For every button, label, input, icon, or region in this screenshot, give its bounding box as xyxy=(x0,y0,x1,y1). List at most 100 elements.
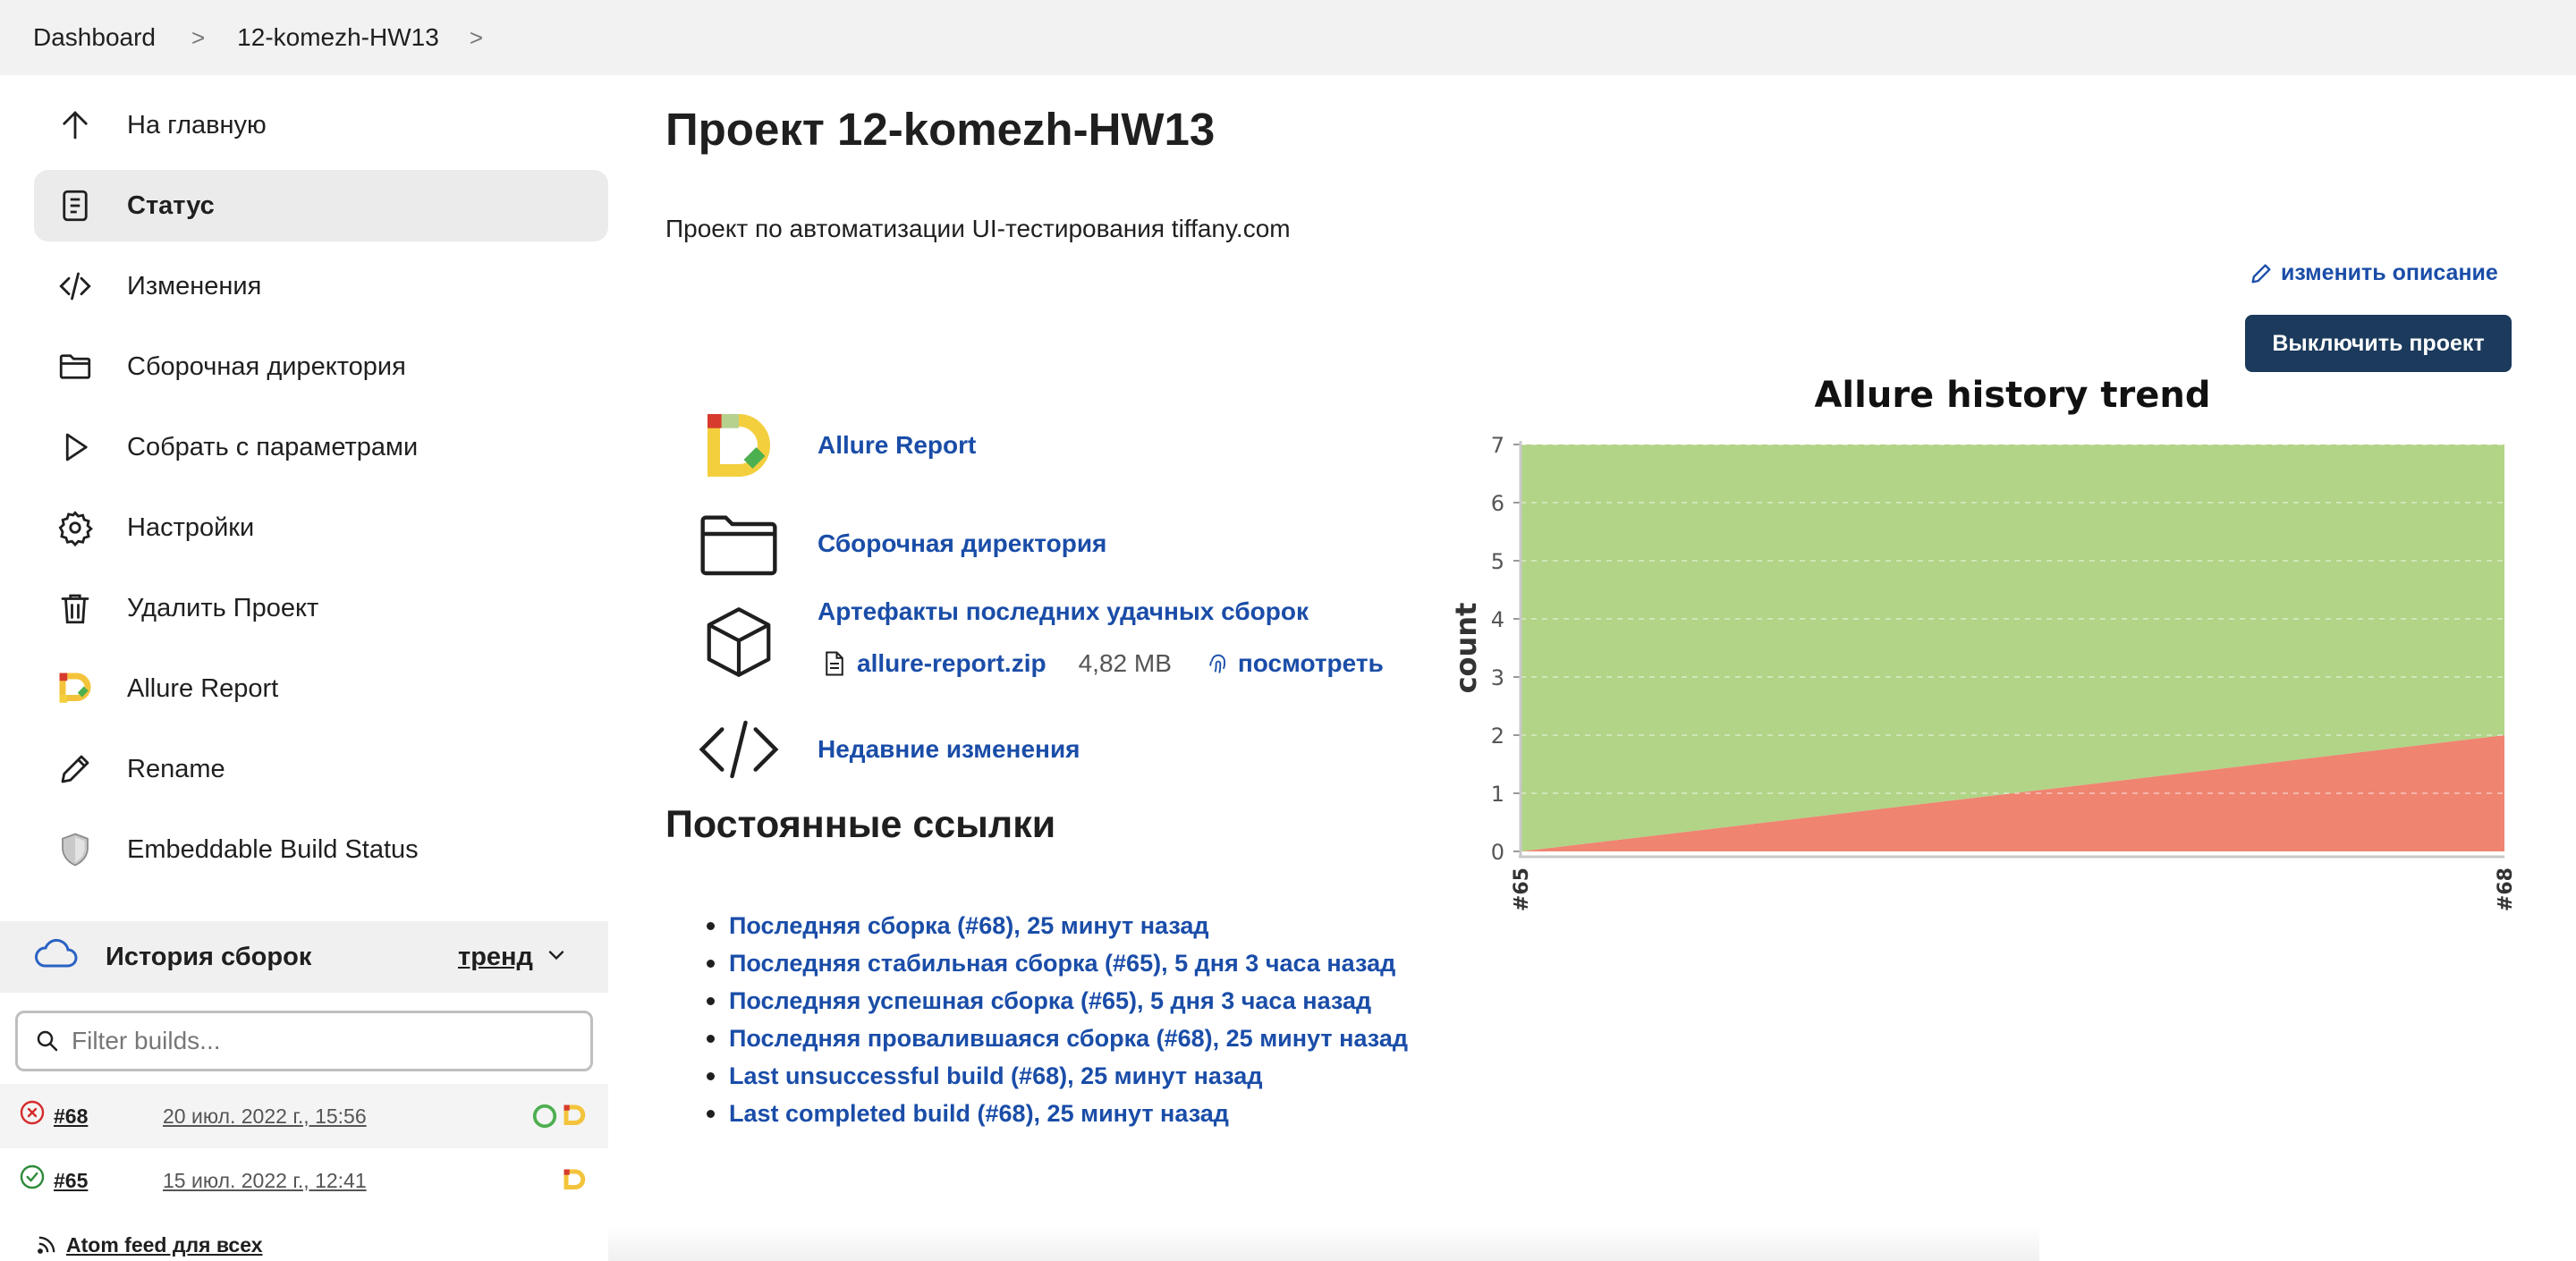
chart-ytick-label: 2 xyxy=(1491,724,1504,749)
allure-icon xyxy=(698,404,780,487)
permalink-item[interactable]: Last unsuccessful build (#68), 25 минут … xyxy=(707,1057,1408,1095)
play-icon xyxy=(54,426,97,469)
permalinks-list: Последняя сборка (#68), 25 минут назад П… xyxy=(707,907,1408,1132)
breadcrumb: Dashboard > 12-komezh-HW13 > xyxy=(0,0,2576,75)
build-history-header: История сборок тренд xyxy=(0,921,608,993)
breadcrumb-project[interactable]: 12-komezh-HW13 xyxy=(237,23,439,52)
bottom-shadow xyxy=(608,1225,2039,1261)
sidebar-item-settings[interactable]: Настройки xyxy=(34,492,608,563)
sidebar-item-label: Allure Report xyxy=(127,673,279,703)
sidebar-item-label: На главную xyxy=(127,110,267,140)
sidebar-item-status[interactable]: Статус xyxy=(34,170,608,241)
sidebar-item-workspace[interactable]: Сборочная директория xyxy=(34,331,608,402)
sidebar-item-label: Удалить Проект xyxy=(127,593,319,622)
build-row: #65 15 июл. 2022 г., 12:41 xyxy=(0,1148,608,1213)
search-icon xyxy=(34,1028,61,1054)
arrow-up-icon xyxy=(54,104,97,147)
chart-ytick-label: 6 xyxy=(1491,491,1504,516)
shield-icon xyxy=(54,828,97,871)
sidebar-item-label: Rename xyxy=(127,754,225,783)
breadcrumb-dashboard[interactable]: Dashboard xyxy=(33,23,156,52)
sidebar-item-build-with-params[interactable]: Собрать с параметрами xyxy=(34,411,608,483)
build-number-link[interactable]: #65 xyxy=(54,1169,88,1193)
artifact-size: 4,82 MB xyxy=(1078,649,1172,677)
trend-link[interactable]: тренд xyxy=(458,943,533,972)
in-progress-ring-icon xyxy=(532,1104,557,1129)
permalink-item[interactable]: Последняя стабильная сборка (#65), 5 дня… xyxy=(707,944,1408,982)
filter-builds-input[interactable] xyxy=(72,1027,572,1055)
breadcrumb-separator: > xyxy=(191,23,206,51)
allure-icon xyxy=(54,667,97,710)
recent-changes-link-row: Недавние изменения xyxy=(698,708,1080,791)
filter-builds-field[interactable] xyxy=(15,1011,593,1071)
chart-ytick-label: 1 xyxy=(1491,782,1504,807)
sidebar-item-label: Настройки xyxy=(127,512,255,542)
chart-title: Allure history trend xyxy=(1814,375,2210,416)
permalink-item[interactable]: Последняя успешная сборка (#65), 5 дня 3… xyxy=(707,982,1408,1020)
sidebar-item-label: Собрать с параметрами xyxy=(127,432,419,461)
artifact-entry: allure-report.zip 4,82 MB посмотреть xyxy=(823,649,1384,678)
chart-xtick-label: #68 xyxy=(2495,867,2517,911)
artifact-file-link[interactable]: allure-report.zip xyxy=(857,649,1046,678)
sidebar-item-label: Изменения xyxy=(127,271,262,300)
sidebar-item-delete-project[interactable]: Удалить Проект xyxy=(34,572,608,644)
chart-ytick-label: 3 xyxy=(1491,665,1504,690)
workspace-link-row: Сборочная директория xyxy=(698,503,1106,585)
permalink-item[interactable]: Last completed build (#68), 25 минут наз… xyxy=(707,1095,1408,1132)
rss-icon xyxy=(38,1236,55,1254)
pencil-icon xyxy=(2251,264,2271,283)
success-status-icon xyxy=(18,1163,47,1197)
cloud-icon xyxy=(32,937,79,977)
edit-description-link[interactable]: изменить описание xyxy=(2249,260,2498,286)
build-history-title: История сборок xyxy=(106,942,312,971)
edit-description-label: изменить описание xyxy=(2281,260,2498,285)
sidebar-item-home[interactable]: На главную xyxy=(34,89,608,161)
package-icon xyxy=(698,601,780,683)
sidebar-item-label: Сборочная директория xyxy=(127,351,406,381)
code-icon xyxy=(698,708,780,791)
build-number-link[interactable]: #68 xyxy=(54,1104,88,1129)
trash-icon xyxy=(54,587,97,630)
chart-ytick-label: 4 xyxy=(1491,607,1504,632)
fingerprint-icon xyxy=(1208,654,1225,673)
permalink-item[interactable]: Последняя сборка (#68), 25 минут назад xyxy=(707,907,1408,944)
file-icon xyxy=(826,651,843,676)
build-date-link[interactable]: 20 июл. 2022 г., 15:56 xyxy=(163,1104,367,1129)
sidebar-item-label: Embeddable Build Status xyxy=(127,834,419,864)
build-date-link[interactable]: 15 июл. 2022 г., 12:41 xyxy=(163,1169,367,1193)
breadcrumb-separator[interactable]: > xyxy=(470,24,483,52)
chart-xtick-label: #65 xyxy=(1511,867,1533,911)
folder-icon xyxy=(54,345,97,388)
build-row: #68 20 июл. 2022 г., 15:56 xyxy=(0,1084,608,1148)
gear-icon xyxy=(54,506,97,549)
permalinks-title: Постоянные ссылки xyxy=(665,803,1056,846)
page-title: Проект 12-komezh-HW13 xyxy=(665,104,1216,155)
recent-changes-link[interactable]: Недавние изменения xyxy=(818,735,1080,764)
allure-icon xyxy=(564,1104,586,1125)
folder-icon xyxy=(698,503,780,585)
allure-report-link[interactable]: Allure Report xyxy=(818,431,976,460)
document-icon xyxy=(54,184,97,227)
build-badges xyxy=(531,1103,589,1130)
atom-feed-label: Atom feed для всех xyxy=(66,1232,263,1257)
code-icon xyxy=(54,265,97,308)
sidebar-item-changes[interactable]: Изменения xyxy=(34,250,608,322)
chart-ytick-label: 7 xyxy=(1491,433,1504,458)
chart-ytick-label: 0 xyxy=(1491,840,1504,865)
chart-svg: Allure history trend 0 1 2 3 4 5 6 7 count #65 #68 xyxy=(1449,375,2517,911)
sidebar-item-embeddable-build-status[interactable]: Embeddable Build Status xyxy=(34,814,608,885)
sidebar-item-allure-report[interactable]: Allure Report xyxy=(34,653,608,724)
artifact-view-link[interactable]: посмотреть xyxy=(1238,649,1384,678)
build-badges xyxy=(562,1167,589,1194)
allure-history-trend-chart[interactable]: Allure history trend 0 1 2 3 4 5 6 7 count #65 #68 xyxy=(1449,362,2522,917)
allure-report-link-row: Allure Report xyxy=(698,404,976,487)
workspace-link[interactable]: Сборочная директория xyxy=(818,529,1106,558)
atom-feed-link[interactable]: Atom feed для всех xyxy=(34,1232,263,1257)
failed-status-icon xyxy=(18,1098,47,1132)
permalink-item[interactable]: Последняя провалившаяся сборка (#68), 25… xyxy=(707,1020,1408,1057)
artifacts-link[interactable]: Артефакты последних удачных сборок xyxy=(818,597,1309,626)
chart-ylabel: count xyxy=(1449,603,1483,694)
sidebar-item-rename[interactable]: Rename xyxy=(34,733,608,805)
pencil-icon xyxy=(54,748,97,791)
chevron-down-icon[interactable] xyxy=(544,943,569,975)
